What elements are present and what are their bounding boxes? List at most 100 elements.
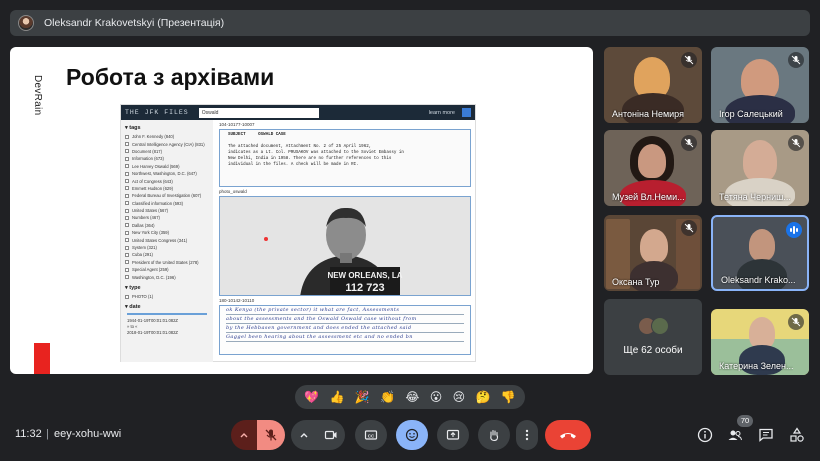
checkbox-icon [125,223,129,228]
tag-label: Lee Harvey Oswald (569) [132,163,180,169]
tag-item: United States Congress (341) [125,236,209,243]
reaction-laugh[interactable]: 😂 [405,390,419,404]
handwritten-text: about the assessments and the Oswald Osw… [226,316,417,322]
doc-label: photo_oswald [219,189,247,194]
presentation-stage[interactable]: DevRain Робота з архівами THE JFK FILES … [10,47,593,374]
checkbox-icon [125,294,129,299]
checkbox-icon [125,156,129,161]
svg-text:CC: CC [368,433,375,438]
participant-tile[interactable]: Тетяна Черниш... [711,130,809,206]
present-screen-icon [446,429,460,440]
type-heading: ▾ type [125,284,141,291]
reaction-heart[interactable]: 💖 [304,390,319,404]
more-vertical-icon [525,429,529,441]
leave-call-button[interactable] [545,420,591,450]
meeting-details-button[interactable] [696,426,714,444]
checkbox-icon [125,252,129,257]
mic-off-icon [265,429,277,441]
presenter-avatar [18,15,34,31]
mugshot-photo: NEW ORLEANS, LA 112 723 [219,196,471,296]
tag-item: Numbers (467) [125,214,209,221]
tag-label: Central Intelligence Agency (CIA) (831) [132,141,205,147]
activities-button[interactable] [788,426,806,444]
reaction-surprised[interactable]: 😮 [430,390,443,404]
mic-off-icon [681,135,697,151]
tag-item: Act of Congress (643) [125,177,209,184]
checkbox-icon [125,275,129,280]
tag-label: New York City (359) [132,230,170,236]
participant-tile[interactable]: Ігор Салецький [711,47,809,123]
tag-item: New York City (359) [125,229,209,236]
participant-tile[interactable]: Оксана Тур [604,215,702,291]
tags-heading: ▾ tags [125,125,141,131]
handwritten-line: Gaggel been hearing about the assessment… [226,333,464,342]
tag-item: Northwest, Washington, D.C. (647) [125,170,209,177]
chat-icon [759,428,773,442]
archive-search-icon [462,108,471,117]
tag-label: Cuba (291) [132,252,153,258]
tag-item: Dallas (364) [125,222,209,229]
camera-toggle-button[interactable] [317,420,345,450]
reaction-sad[interactable]: 😢 [453,390,466,404]
audio-options-button[interactable] [231,420,257,450]
handwritten-text: ok Kenya (the private sector) it what ar… [226,307,400,313]
clock: 11:32 [15,428,42,440]
tag-item: Emmett Hudson (629) [125,185,209,192]
reaction-party[interactable]: 🎉 [355,390,370,404]
mugshot-plate-line1: NEW ORLEANS, LA [327,271,402,280]
captions-icon: CC [364,430,378,440]
present-screen-button[interactable] [437,420,469,450]
hand-icon [490,429,499,442]
tag-label: United States Congress (341) [132,237,188,243]
checkbox-icon [125,230,129,235]
date-range: 1944-01-19T00:01:01.082Z » to « 2018-01-… [127,318,178,336]
participant-tile[interactable]: Катерина Зелен... [711,309,809,375]
tag-label: Northwest, Washington, D.C. (647) [132,171,197,177]
doc-label: 104-10177-10007 [219,122,255,127]
checkbox-icon [125,260,129,265]
tag-item: Information (673) [125,155,209,162]
mic-off-icon [788,52,804,68]
captions-button[interactable]: CC [355,420,387,450]
tag-label: Dallas (364) [132,222,155,228]
reaction-thumbs-down[interactable]: 👎 [501,390,516,404]
reactions-button[interactable] [396,420,428,450]
microphone-toggle-button[interactable] [257,420,285,450]
reaction-clap[interactable]: 👏 [380,390,395,404]
tag-item: Cuba (291) [125,251,209,258]
participant-tile[interactable]: Антоніна Немиря [604,47,702,123]
video-options-button[interactable] [291,420,317,450]
archive-sidebar: ▾ tags John F. Kennedy (840) Central Inte… [121,120,213,362]
archive-logo: THE JFK FILES [125,109,189,116]
tag-item: Lee Harvey Oswald (569) [125,163,209,170]
raise-hand-button[interactable] [478,420,510,450]
checkbox-icon [125,208,129,213]
more-participants-tile[interactable]: Ще 62 особи [604,299,702,375]
checkbox-icon [125,238,129,243]
mic-off-icon [681,52,697,68]
checkbox-icon [125,171,129,176]
people-button[interactable] [726,426,744,444]
tag-label: Numbers (467) [132,215,160,221]
date-heading: ▾ date [125,304,141,311]
checkbox-icon [125,245,129,250]
archive-learn-more: learn more [428,109,455,116]
date-slider [127,313,207,316]
participant-tile[interactable]: Музей Вл.Неми... [604,130,702,206]
reaction-thinking[interactable]: 🤔 [475,390,490,404]
chevron-up-icon [300,433,308,438]
participant-name: Катерина Зелен... [719,361,794,371]
mic-off-icon [788,314,804,330]
reaction-thumbs-up[interactable]: 👍 [329,390,344,404]
speaking-indicator-icon [786,222,802,238]
tag-item: Classified information (593) [125,200,209,207]
handwritten-line: ok Kenya (the private sector) it what ar… [226,306,464,315]
participant-tile-active-speaker[interactable]: Oleksandr Krako... [711,215,809,291]
slide-brand: DevRain [32,75,43,116]
more-options-button[interactable] [516,420,538,450]
hang-up-icon [560,433,576,439]
tag-item: Central Intelligence Agency (CIA) (831) [125,140,209,147]
chat-button[interactable] [757,426,775,444]
checkbox-icon [125,267,129,272]
tag-label: Emmett Hudson (629) [132,185,173,191]
